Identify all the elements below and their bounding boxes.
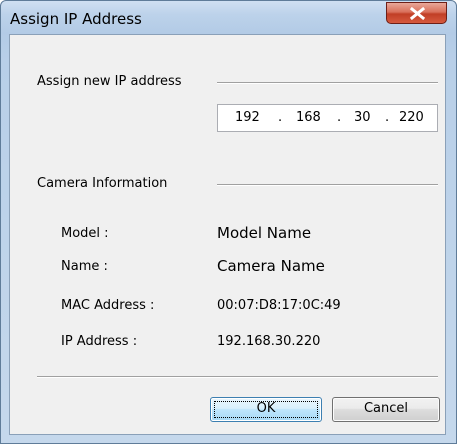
title-bar[interactable]: Assign IP Address: [1, 1, 456, 35]
ip-octet-2[interactable]: 168: [296, 110, 321, 125]
bottom-separator: [37, 376, 438, 378]
assign-ip-group-label: Assign new IP address: [37, 74, 182, 89]
ok-button-label: OK: [256, 401, 276, 416]
ip-dot-3: .: [385, 110, 390, 125]
camera-info-group-label: Camera Information: [37, 176, 168, 191]
mac-address-label: MAC Address :: [61, 298, 155, 313]
dialog-body: Assign new IP address 192 . 168 . 30 . 2…: [9, 34, 446, 435]
assign-ip-dialog: Assign IP Address Assign new IP address …: [0, 0, 457, 444]
model-label: Model :: [61, 226, 109, 241]
ip-octet-4[interactable]: 220: [399, 110, 424, 125]
ip-octet-3[interactable]: 30: [354, 110, 371, 125]
ip-dot-2: .: [337, 110, 342, 125]
ip-address-input[interactable]: 192 . 168 . 30 . 220: [217, 104, 438, 132]
close-button[interactable]: [386, 2, 447, 24]
cancel-button[interactable]: Cancel: [332, 397, 440, 422]
assign-ip-group-line: [217, 82, 438, 84]
ip-address-label: IP Address :: [61, 334, 138, 349]
mac-address-value: 00:07:D8:17:0C:49: [217, 298, 341, 313]
ok-button[interactable]: OK: [210, 397, 322, 422]
model-value: Model Name: [217, 224, 312, 242]
ip-dot-1: .: [278, 110, 283, 125]
name-value: Camera Name: [217, 257, 325, 275]
camera-info-group-line: [217, 184, 438, 186]
close-icon: [409, 7, 426, 20]
ip-address-value: 192.168.30.220: [217, 334, 321, 349]
cancel-button-label: Cancel: [363, 401, 409, 416]
name-label: Name :: [61, 259, 108, 274]
ip-octet-1[interactable]: 192: [235, 110, 260, 125]
window-title: Assign IP Address: [10, 10, 142, 28]
